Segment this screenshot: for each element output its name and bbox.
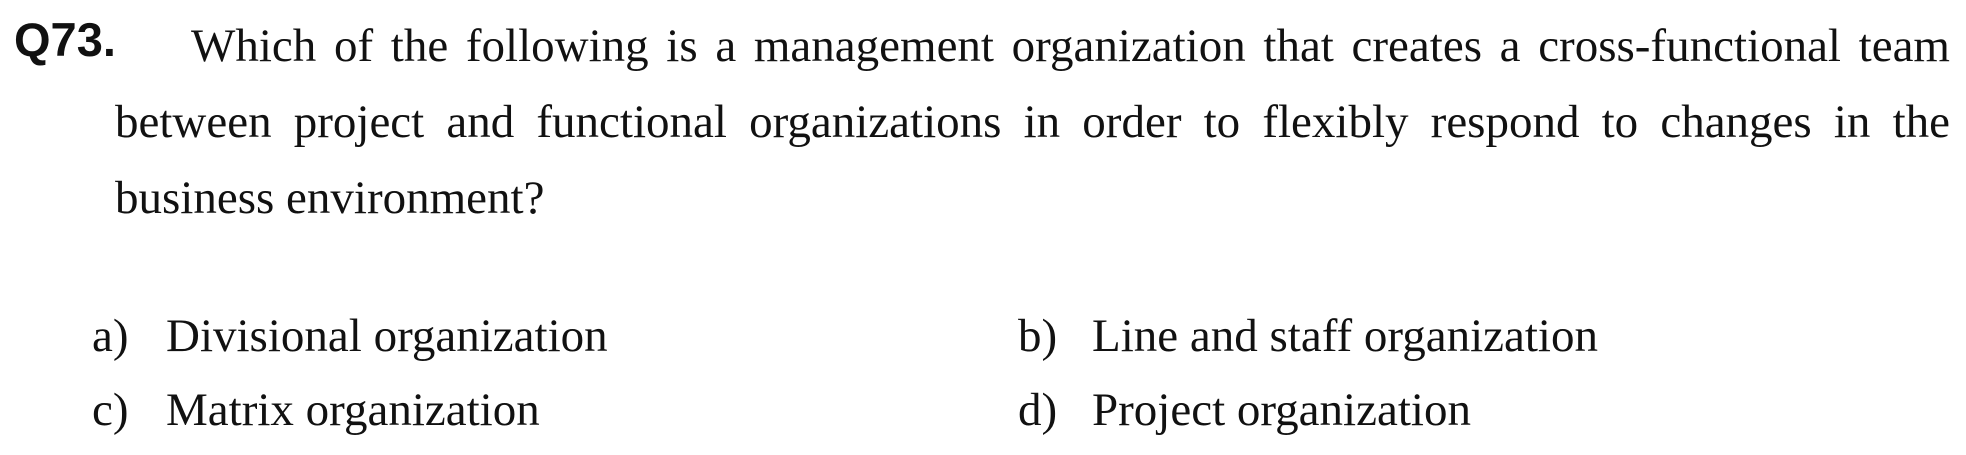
choice-c-text: Matrix organization [166,384,540,436]
choice-b: b) Line and staff organization [1018,306,1598,366]
choice-d: d) Project organization [1018,380,1471,440]
choice-b-text: Line and staff organization [1092,310,1598,362]
choice-a: a) Divisional organization [92,306,608,366]
choice-c: c) Matrix organization [92,380,540,440]
choice-a-text: Divisional organization [166,310,608,362]
choice-b-letter: b) [1018,310,1058,362]
question-text: Which of the following is a management o… [115,8,1950,236]
choice-a-letter: a) [92,310,129,362]
question-number: Q73. [14,13,116,66]
choice-c-letter: c) [92,384,129,436]
choice-d-text: Project organization [1092,384,1471,436]
question-text-body: Which of the following is a management o… [115,20,1950,224]
choice-d-letter: d) [1018,384,1058,436]
